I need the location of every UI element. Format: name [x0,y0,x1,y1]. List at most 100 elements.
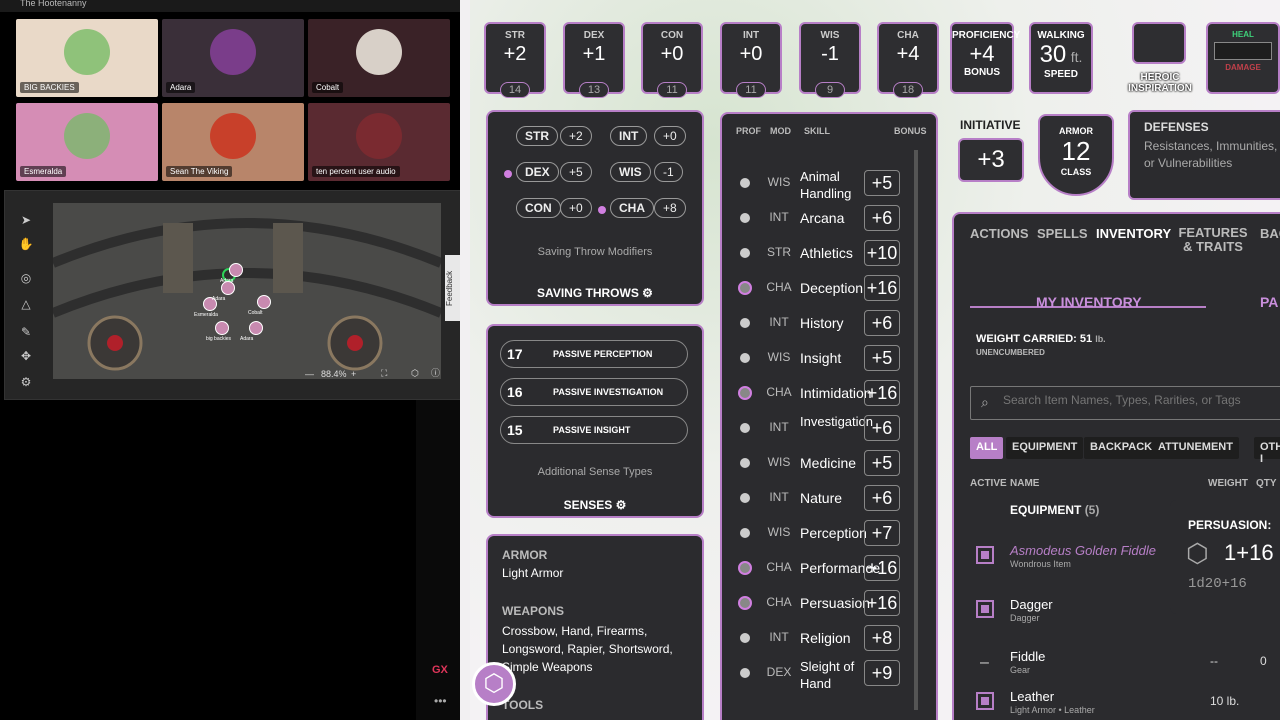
filter-all[interactable]: ALL [970,437,1004,459]
damage-button[interactable]: DAMAGE [1208,63,1278,72]
search-input[interactable] [1003,393,1280,407]
skill-row[interactable]: STR Athletics +10 [722,236,922,270]
map-token[interactable]: Adara [240,321,263,342]
skill-bonus[interactable]: +16 [864,555,900,581]
save-con[interactable]: CON +0 [504,198,594,222]
skill-bonus[interactable]: +5 [864,345,900,371]
dice-roller-icon[interactable]: ⬡ [472,662,516,706]
active-checkbox[interactable] [976,600,994,618]
hand-icon[interactable]: ✋ [17,237,35,253]
tab-features-traits[interactable]: FEATURES & TRAITS [1178,226,1248,254]
skill-row[interactable]: WIS Insight +5 [722,341,922,375]
map-token[interactable]: Cobalt [248,295,271,316]
ruler-icon[interactable]: ✎ [17,325,35,341]
pointer-icon[interactable]: ➤ [17,213,35,229]
ability-con[interactable]: CON +0 11 [641,22,703,98]
skill-row[interactable]: CHA Performance +16 [722,551,922,585]
save-cha[interactable]: CHA +8 [598,198,688,222]
map-canvas[interactable]: Esmeralda Adara Cobalt big backies Adara Adar… [51,203,443,379]
skill-row[interactable]: CHA Persuasion +16 [722,586,922,620]
skill-bonus[interactable]: +10 [864,240,900,266]
skill-row[interactable]: DEX Sleight of Hand +9 [722,656,922,691]
skill-bonus[interactable]: +6 [864,310,900,336]
skill-bonus[interactable]: +6 [864,415,900,441]
skill-row[interactable]: WIS Animal Handling +5 [722,166,922,201]
skill-bonus[interactable]: +5 [864,170,900,196]
eye-icon[interactable]: ◎ [17,271,35,287]
fullscreen-icon[interactable]: ⛶ [381,368,387,379]
ability-cha[interactable]: CHA +4 18 [877,22,939,98]
more-icon[interactable]: ••• [434,694,447,708]
battle-map[interactable]: ➤ ✋ ◎ △ ✎ ✥ ⚙ Esmeralda Adara Cobalt big ba… [4,190,465,400]
ability-dex[interactable]: DEX +1 13 [563,22,625,98]
skill-row[interactable]: INT History +6 [722,306,922,340]
gear-icon[interactable]: ⚙ [642,286,653,300]
skill-bonus[interactable]: +16 [864,275,900,301]
ability-int[interactable]: INT +0 11 [720,22,782,98]
measure-icon[interactable]: ✥ [17,349,35,365]
skill-bonus[interactable]: +16 [864,590,900,616]
skill-row[interactable]: WIS Perception +7 [722,516,922,550]
zoom-in-button[interactable]: + [351,369,356,379]
filter-equipment[interactable]: EQUIPMENT [1006,437,1084,459]
heal-button[interactable]: HEAL [1208,30,1278,39]
filter-attunement[interactable]: ATTUNEMENT [1152,437,1239,459]
cube-icon[interactable]: ⬡ [411,368,419,379]
save-str[interactable]: STR +2 [504,126,594,150]
hp-input[interactable] [1214,42,1272,60]
my-inventory-tab[interactable]: MY INVENTORY [1036,294,1142,310]
ability-wis[interactable]: WIS -1 9 [799,22,861,98]
roll-result-popup[interactable]: PERSUASION: ⬡ 1+16 1d20+16 [1170,500,1280,614]
tab-actions[interactable]: ACTIONS [970,226,1029,241]
save-wis[interactable]: WIS -1 [598,162,688,186]
gx-button[interactable]: GX [432,664,448,676]
map-token[interactable]: Adara [220,263,243,284]
tab-inventory[interactable]: INVENTORY [1096,226,1171,241]
defenses-panel[interactable]: DEFENSES Resistances, Immunities, or Vul… [1128,110,1280,200]
scrollbar[interactable] [914,150,918,710]
skill-bonus[interactable]: +6 [864,205,900,231]
participant-tile[interactable]: Esmeralda [16,103,158,181]
inventory-item[interactable]: Leather Light Armor • Leather 10 lb. [970,686,1280,720]
filter-backpack[interactable]: BACKPACK [1084,437,1159,459]
participant-tile[interactable]: ten percent user audio [308,103,450,181]
gear-icon[interactable]: ⚙ [616,498,627,512]
skill-row[interactable]: WIS Medicine +5 [722,446,922,480]
skill-row[interactable]: INT Nature +6 [722,481,922,515]
skill-bonus[interactable]: +16 [864,380,900,406]
participant-tile[interactable]: Sean The Viking [162,103,304,181]
save-int[interactable]: INT +0 [598,126,688,150]
participant-tile[interactable]: Adara [162,19,304,97]
tab-back[interactable]: BACK [1260,226,1280,241]
skill-row[interactable]: INT Religion +8 [722,621,922,655]
skill-row[interactable]: INT Arcana +6 [722,201,922,235]
skill-row[interactable]: CHA Intimidation +16 [722,376,922,410]
active-checkbox[interactable] [976,692,994,710]
skill-bonus[interactable]: +8 [864,625,900,651]
ability-str[interactable]: STR +2 14 [484,22,546,98]
shape-icon[interactable]: △ [17,297,35,313]
map-token[interactable]: big backies [206,321,231,342]
skill-bonus[interactable]: +7 [864,520,900,546]
settings-icon[interactable]: ⚙ [17,375,35,391]
filter-other-i[interactable]: OTHER I [1254,437,1280,465]
inventory-item[interactable]: – Fiddle Gear -- 0 [970,646,1280,682]
info-icon[interactable]: ⓘ [431,366,440,379]
skill-row[interactable]: INT Investigation +6 [722,411,922,445]
skill-row[interactable]: CHA Deception +16 [722,271,922,305]
inventory-search[interactable]: ⌕ [970,386,1280,420]
skill-bonus[interactable]: +5 [864,450,900,476]
proficiencies-panel[interactable]: ARMOR Light Armor WEAPONS Crossbow, Hand… [486,534,704,720]
skill-bonus[interactable]: +6 [864,485,900,511]
tabs-panel [952,212,1280,720]
initiative-button[interactable]: +3 [958,138,1024,182]
participant-tile[interactable]: Cobalt [308,19,450,97]
zoom-out-button[interactable]: — [305,369,314,379]
save-dex[interactable]: DEX +5 [504,162,594,186]
active-checkbox[interactable] [976,546,994,564]
skill-bonus[interactable]: +9 [864,660,900,686]
participant-tile[interactable]: BIG BACKIES [16,19,158,97]
parcels-tab[interactable]: PA [1260,294,1278,310]
heroic-inspiration-button[interactable] [1132,22,1186,64]
tab-spells[interactable]: SPELLS [1037,226,1088,241]
